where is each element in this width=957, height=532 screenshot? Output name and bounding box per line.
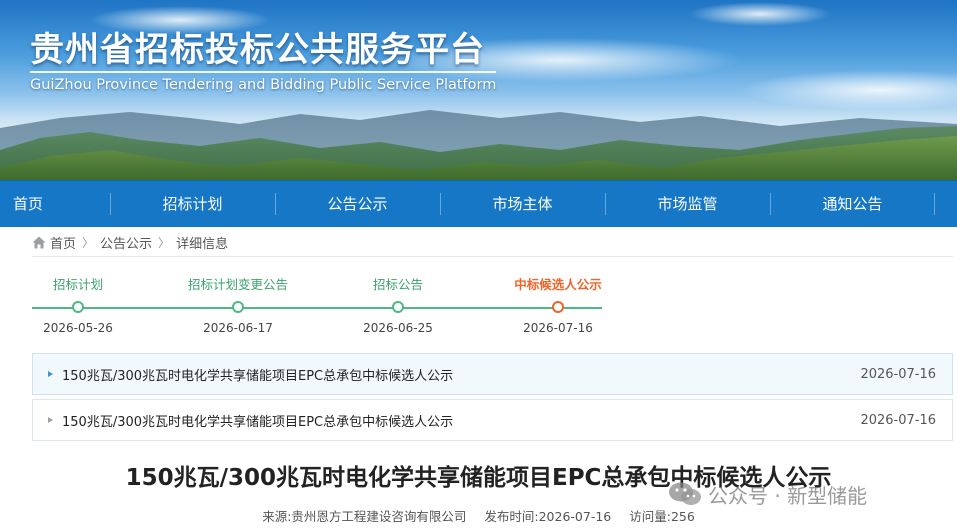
process-timeline: 招标计划 2026-05-26 招标计划变更公告 2026-06-17 招标公告… [32, 262, 612, 342]
timeline-step-plan-change[interactable]: 招标计划变更公告 2026-06-17 [158, 262, 318, 335]
watermark: 公众号 · 新型储能 [668, 479, 867, 509]
chevron-right-icon: 〉 [82, 235, 95, 250]
list-item-date: 2026-07-16 [860, 412, 936, 428]
timeline-step-label: 招标公告 [372, 277, 423, 292]
header-banner: 贵州省招标投标公共服务平台 GuiZhou Province Tendering… [0, 0, 957, 180]
nav-item-market-entities[interactable]: 市场主体 [440, 181, 605, 227]
timeline-step-label: 招标计划 [52, 277, 103, 292]
site-title: 贵州省招标投标公共服务平台 [30, 30, 485, 70]
list-item-date: 2026-07-16 [860, 366, 936, 382]
timeline-step-winning-candidates[interactable]: 中标候选人公示 2026-07-16 [478, 262, 638, 335]
breadcrumb-current: 详细信息 [176, 236, 229, 252]
timeline-dot [232, 301, 244, 313]
list-item-title: 150兆瓦/300兆瓦时电化学共享储能项目EPC总承包中标候选人公示 [62, 414, 454, 430]
divider [32, 256, 953, 257]
timeline-dot [72, 301, 84, 313]
nav-item-notices[interactable]: 通知公告 [770, 181, 935, 227]
timeline-step-date: 2026-06-25 [363, 321, 433, 335]
breadcrumb-home[interactable]: 首页 [50, 233, 76, 252]
article-views: 访问量:256 [629, 509, 695, 524]
nav-item-market-supervision[interactable]: 市场监管 [605, 181, 770, 227]
timeline-step-label: 招标计划变更公告 [187, 277, 288, 292]
article-publish-time: 发布时间:2026-07-16 [484, 509, 612, 524]
watermark-text: 公众号 · 新型储能 [708, 483, 868, 508]
title-divider [30, 71, 496, 73]
chevron-right-icon: 〉 [158, 235, 171, 250]
nav-item-bid-plan[interactable]: 招标计划 [110, 181, 275, 227]
site-subtitle: GuiZhou Province Tendering and Bidding P… [30, 77, 497, 93]
timeline-step-date: 2026-07-16 [523, 321, 593, 335]
breadcrumb-section[interactable]: 公告公示 [100, 233, 152, 252]
list-item[interactable]: 150兆瓦/300兆瓦时电化学共享储能项目EPC总承包中标候选人公示 2026-… [32, 399, 953, 441]
home-icon [32, 236, 46, 248]
timeline-step-bid-announcement[interactable]: 招标公告 2026-06-25 [318, 262, 478, 335]
nav-item-home[interactable]: 首页 [0, 181, 110, 227]
timeline-step-date: 2026-06-17 [203, 321, 273, 335]
list-item-title: 150兆瓦/300兆瓦时电化学共享储能项目EPC总承包中标候选人公示 [62, 368, 454, 384]
breadcrumb: 首页 〉 公告公示 〉 详细信息 [32, 233, 229, 252]
caret-right-icon [48, 417, 53, 423]
timeline-step-bid-plan[interactable]: 招标计划 2026-05-26 [0, 262, 158, 335]
article-source: 来源:贵州恩方工程建设咨询有限公司 [262, 509, 467, 524]
main-nav: 首页 招标计划 公告公示 市场主体 市场监管 通知公告 [0, 180, 957, 227]
timeline-step-date: 2026-05-26 [43, 321, 113, 335]
wechat-icon [669, 482, 701, 505]
list-item[interactable]: 150兆瓦/300兆瓦时电化学共享储能项目EPC总承包中标候选人公示 2026-… [32, 353, 953, 395]
timeline-dot [392, 301, 404, 313]
timeline-dot-active [552, 301, 564, 313]
nav-item-announcements[interactable]: 公告公示 [275, 181, 440, 227]
caret-right-icon [48, 371, 53, 377]
timeline-step-label: 中标候选人公示 [514, 277, 602, 292]
